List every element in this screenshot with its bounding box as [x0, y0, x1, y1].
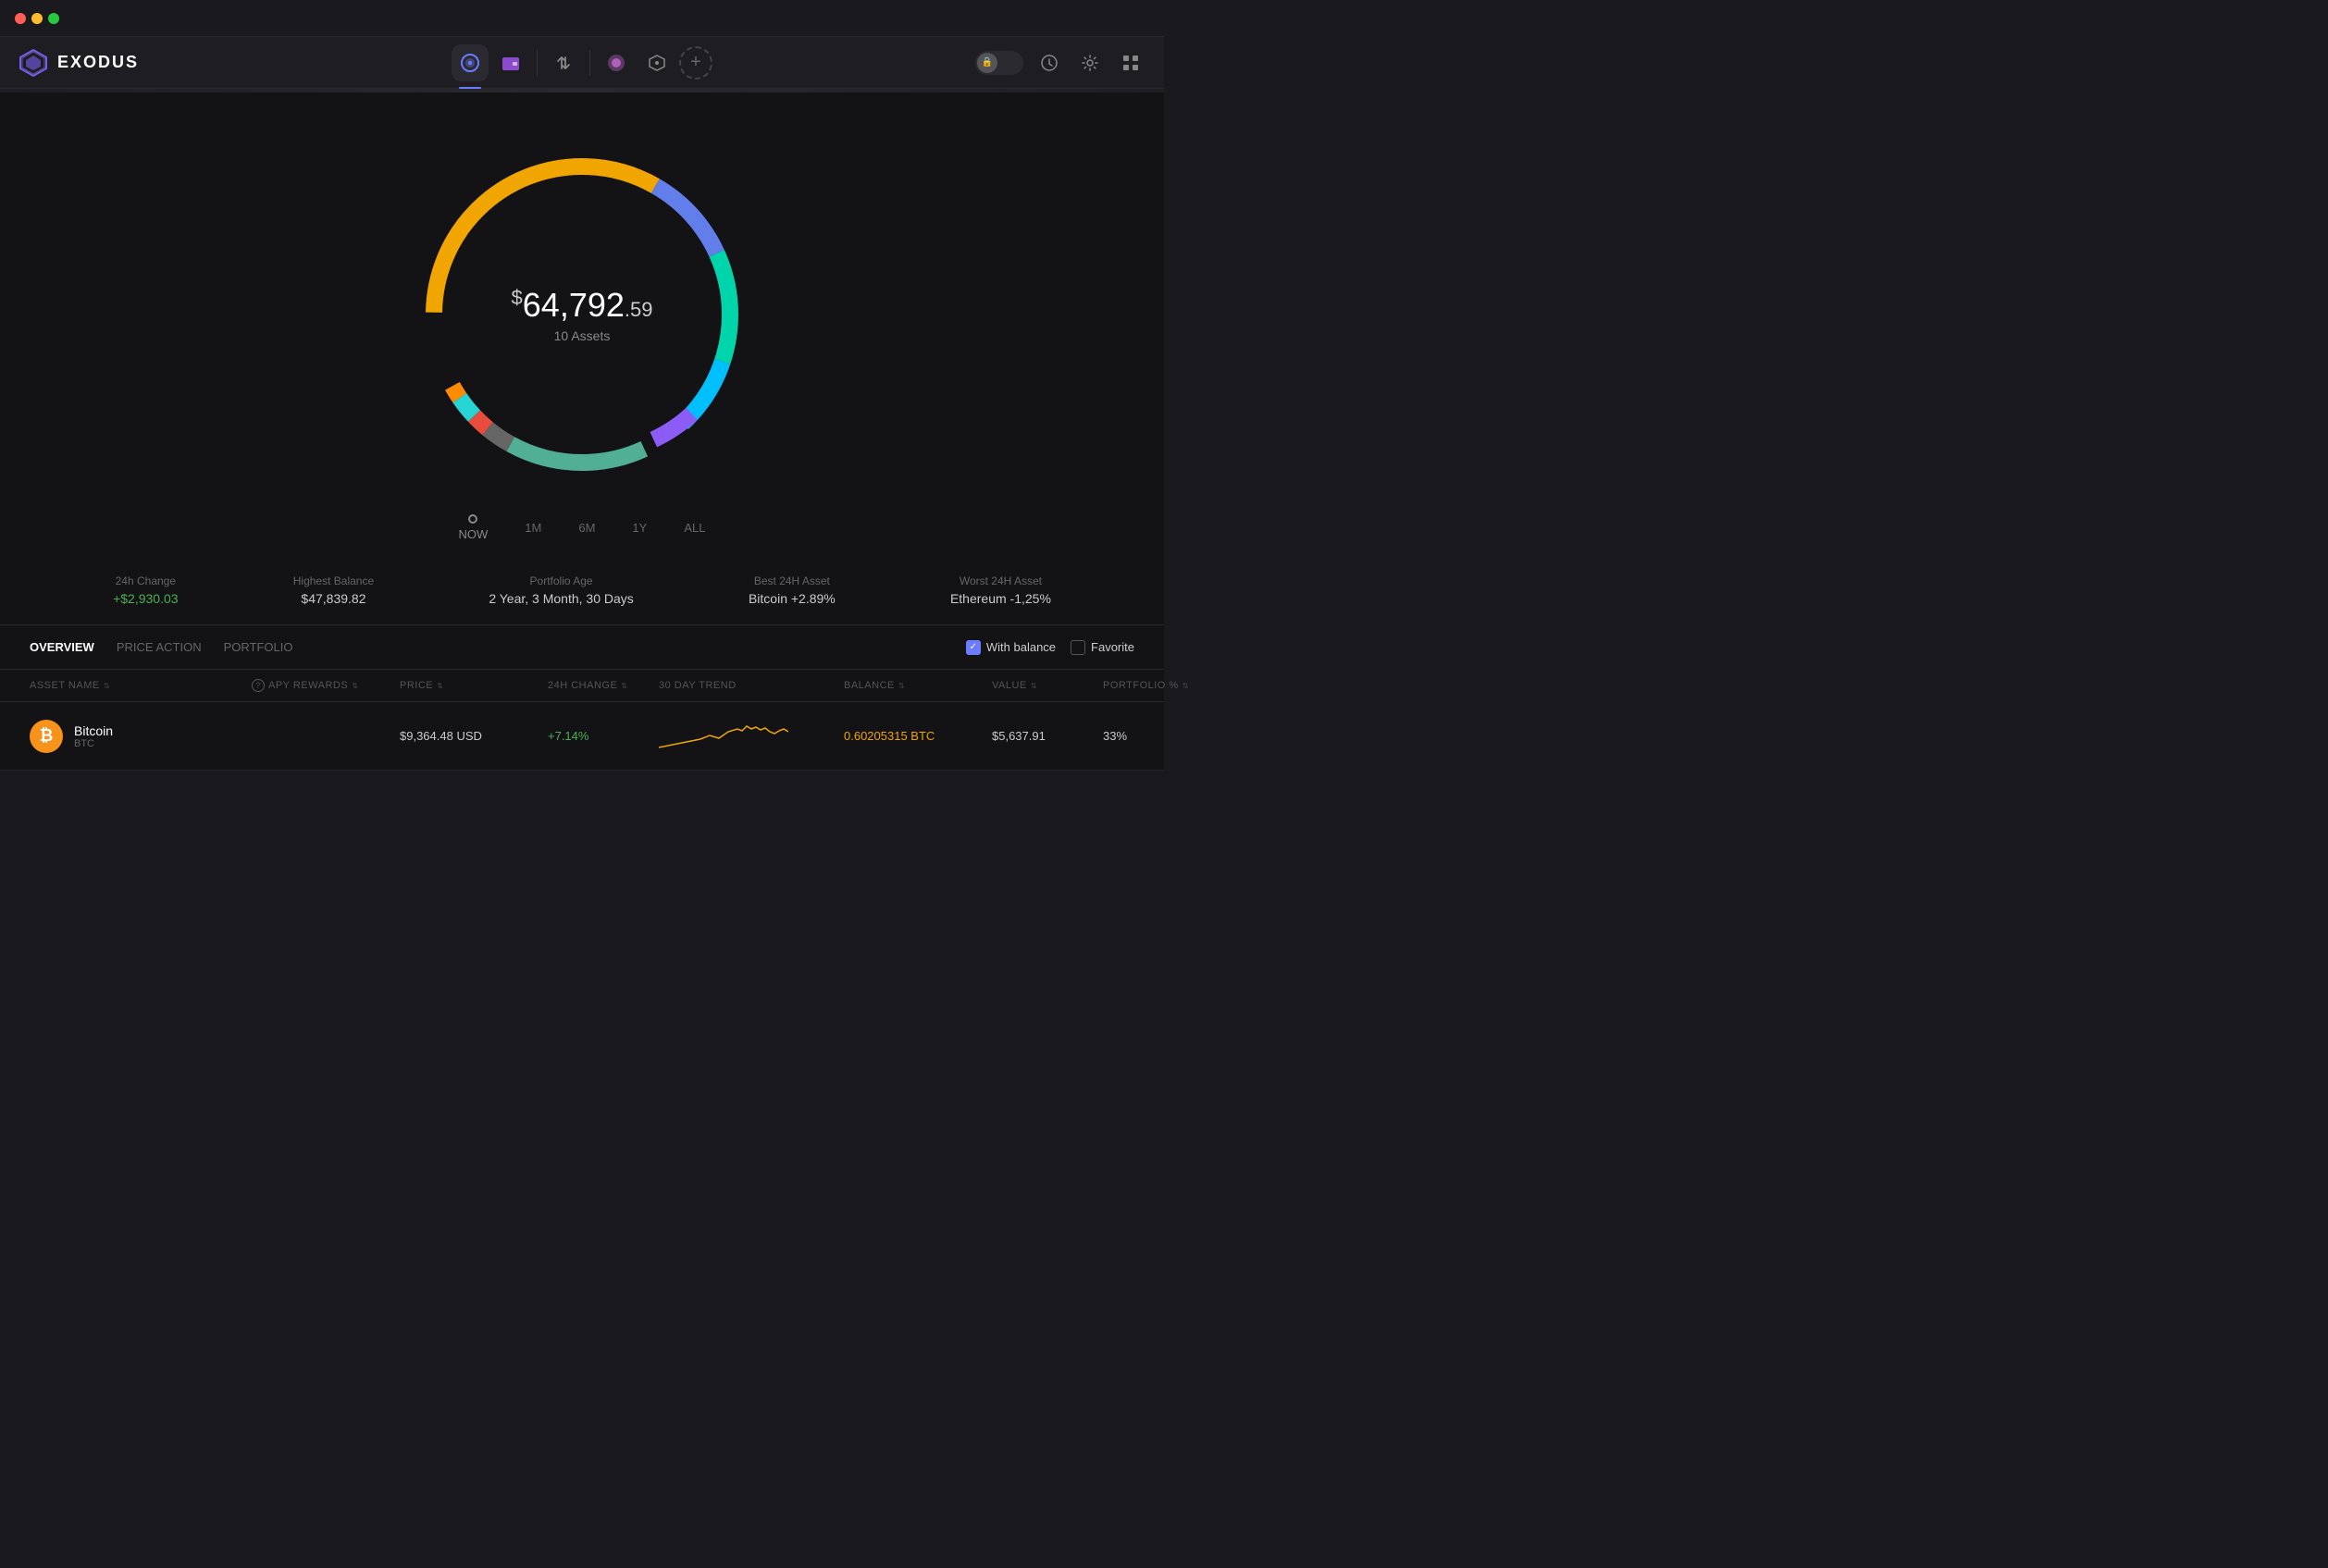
th-apy: ? APY REWARDS ⇅ — [252, 679, 400, 692]
history-button[interactable] — [1034, 48, 1064, 78]
with-balance-label: With balance — [986, 640, 1056, 654]
portfolio-total: $64,792.59 10 Assets — [512, 286, 653, 343]
stat-24h-value: +$2,930.03 — [113, 591, 178, 606]
sort-icon-apy[interactable]: ⇅ — [352, 682, 358, 690]
asset-table: ASSET NAME ⇅ ? APY REWARDS ⇅ PRICE ⇅ 24H… — [0, 670, 1164, 771]
nav-earn[interactable] — [638, 44, 675, 81]
stat-best-value: Bitcoin +2.89% — [749, 591, 836, 606]
stat-best-label: Best 24H Asset — [749, 574, 836, 587]
stat-24h-change: 24h Change +$2,930.03 — [113, 574, 178, 606]
nav-right: 🔒 — [975, 48, 1145, 78]
timeline-now-label: NOW — [459, 527, 489, 541]
stat-highest-balance: Highest Balance $47,839.82 — [293, 574, 374, 606]
nav-portfolio[interactable] — [452, 44, 489, 81]
timeline-1m[interactable]: 1M — [525, 521, 541, 535]
tab-portfolio[interactable]: PORTFOLIO — [224, 636, 293, 658]
th-value: VALUE ⇅ — [992, 679, 1103, 692]
settings-button[interactable] — [1075, 48, 1105, 78]
nav-center: + — [452, 44, 712, 81]
chart-area: $64,792.59 10 Assets — [0, 120, 1164, 500]
main-content: $64,792.59 10 Assets NOW 1M 6M 1Y ALL 24… — [0, 93, 1164, 771]
favorite-checkbox[interactable] — [1071, 640, 1085, 655]
window-controls — [15, 13, 59, 24]
minimize-button[interactable] — [31, 13, 43, 24]
th-price: PRICE ⇅ — [400, 679, 548, 692]
timeline-dot — [468, 514, 477, 524]
tab-price-action[interactable]: PRICE ACTION — [117, 636, 202, 658]
sort-icon-price[interactable]: ⇅ — [437, 682, 443, 690]
stat-worst-label: Worst 24H Asset — [950, 574, 1051, 587]
stat-24h-label: 24h Change — [113, 574, 178, 587]
topnav: EXODUS — [0, 37, 1164, 89]
btc-balance: 0.60205315 BTC — [844, 729, 992, 743]
sort-icon-balance[interactable]: ⇅ — [898, 682, 905, 690]
btc-info: Bitcoin BTC — [74, 723, 113, 749]
logo-area: EXODUS — [19, 48, 167, 78]
with-balance-checkbox[interactable]: ✓ — [966, 640, 981, 655]
asset-cell-btc: ₿ Bitcoin BTC — [30, 720, 252, 753]
btc-icon: ₿ — [30, 720, 63, 753]
favorite-label: Favorite — [1091, 640, 1134, 654]
th-asset-name: ASSET NAME ⇅ — [30, 679, 252, 692]
btc-price: $9,364.48 USD — [400, 729, 548, 743]
donut-chart: $64,792.59 10 Assets — [406, 139, 758, 490]
timeline-6m[interactable]: 6M — [578, 521, 595, 535]
stats-row: 24h Change +$2,930.03 Highest Balance $4… — [0, 556, 1164, 625]
nav-nft[interactable] — [598, 44, 635, 81]
nav-wallet[interactable] — [492, 44, 529, 81]
btc-name: Bitcoin — [74, 723, 113, 738]
filter-with-balance[interactable]: ✓ With balance — [966, 640, 1056, 655]
tabs-row: OVERVIEW PRICE ACTION PORTFOLIO ✓ With b… — [0, 625, 1164, 670]
tabs-filters: ✓ With balance Favorite — [966, 640, 1134, 655]
th-portfolio: PORTFOLIO % ⇅ — [1103, 679, 1195, 692]
table-header: ASSET NAME ⇅ ? APY REWARDS ⇅ PRICE ⇅ 24H… — [0, 670, 1164, 702]
maximize-button[interactable] — [48, 13, 59, 24]
help-icon-apy[interactable]: ? — [252, 679, 265, 692]
timeline-now[interactable]: NOW — [459, 514, 489, 541]
stat-highest-value: $47,839.82 — [293, 591, 374, 606]
stat-portfolio-age: Portfolio Age 2 Year, 3 Month, 30 Days — [489, 574, 633, 606]
filter-favorite[interactable]: Favorite — [1071, 640, 1134, 655]
nav-exchange[interactable] — [545, 44, 582, 81]
sort-icon-portfolio[interactable]: ⇅ — [1183, 682, 1189, 690]
stat-worst-asset: Worst 24H Asset Ethereum -1,25% — [950, 574, 1051, 606]
assets-count: 10 Assets — [512, 328, 653, 343]
th-trend: 30 DAY TREND — [659, 679, 844, 692]
timeline: NOW 1M 6M 1Y ALL — [0, 500, 1164, 556]
dollar-sign: $ — [512, 286, 523, 309]
stat-worst-value: Ethereum -1,25% — [950, 591, 1051, 606]
stat-highest-label: Highest Balance — [293, 574, 374, 587]
th-24h: 24H CHANGE ⇅ — [548, 679, 659, 692]
btc-value: $5,637.91 — [992, 729, 1103, 743]
sort-icon-asset[interactable]: ⇅ — [104, 682, 110, 690]
apps-grid-button[interactable] — [1116, 48, 1145, 78]
btc-change: +7.14% — [548, 729, 659, 743]
table-row[interactable]: ₿ Bitcoin BTC $9,364.48 USD +7.14% 0.602… — [0, 702, 1164, 771]
sort-icon-value[interactable]: ⇅ — [1031, 682, 1037, 690]
btc-portfolio-pct: 33% — [1103, 729, 1195, 743]
close-button[interactable] — [15, 13, 26, 24]
lock-icon: 🔒 — [977, 53, 997, 73]
stat-age-label: Portfolio Age — [489, 574, 633, 587]
total-value: $64,792.59 — [512, 286, 653, 325]
titlebar — [0, 0, 1164, 37]
app-title: EXODUS — [57, 53, 139, 72]
exodus-logo-icon — [19, 48, 48, 78]
nav-add[interactable]: + — [679, 46, 712, 80]
btc-symbol: BTC — [74, 738, 113, 749]
sort-icon-24h[interactable]: ⇅ — [621, 682, 627, 690]
btc-sparkline — [659, 715, 844, 757]
tab-overview[interactable]: OVERVIEW — [30, 636, 94, 658]
lock-toggle[interactable]: 🔒 — [975, 51, 1023, 75]
timeline-1y[interactable]: 1Y — [632, 521, 647, 535]
timeline-all[interactable]: ALL — [684, 521, 705, 535]
nav-divider-2 — [589, 50, 590, 76]
stat-age-value: 2 Year, 3 Month, 30 Days — [489, 591, 633, 606]
th-balance: BALANCE ⇅ — [844, 679, 992, 692]
stat-best-asset: Best 24H Asset Bitcoin +2.89% — [749, 574, 836, 606]
nav-divider-1 — [537, 50, 538, 76]
